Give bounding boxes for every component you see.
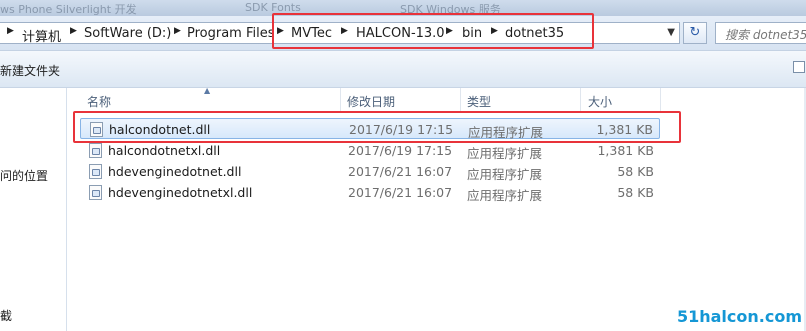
file-name: halcondotnetxl.dll (108, 143, 221, 158)
watermark: 51halcon.com (676, 307, 802, 326)
file-type: 应用程序扩展 (467, 146, 543, 161)
file-date: 2017/6/21 16:07 (348, 185, 453, 200)
dll-file-icon (89, 185, 102, 200)
column-header-date-label: 修改日期 (347, 95, 396, 109)
file-date: 2017/6/19 17:15 (348, 143, 453, 158)
column-header-type[interactable]: 类型 (461, 88, 580, 112)
file-row[interactable]: halcondotnetxl.dll 2017/6/19 17:15 应用程序扩… (80, 140, 660, 161)
column-header-size-label: 大小 (588, 95, 613, 109)
path-highlight-annotation (272, 13, 594, 49)
file-name: hdevenginedotnet.dll (108, 164, 242, 179)
file-date: 2017/6/21 16:07 (348, 164, 453, 179)
column-header-name-label: 名称 (87, 95, 112, 109)
file-size: 58 KB (617, 164, 654, 179)
breadcrumb-drive[interactable]: SoftWare (D:) (84, 26, 171, 41)
file-type: 应用程序扩展 (467, 167, 543, 182)
dll-file-icon (89, 143, 102, 158)
dll-file-icon (89, 164, 102, 179)
breadcrumb-program-files[interactable]: Program Files (187, 26, 275, 41)
column-header-date[interactable]: 修改日期 (341, 88, 460, 112)
file-size: 58 KB (617, 185, 654, 200)
navigation-pane: 问的位置 截 (0, 88, 67, 331)
file-name: hdevenginedotnetxl.dll (108, 185, 253, 200)
column-header-name[interactable]: 名称 (80, 88, 340, 112)
file-type: 应用程序扩展 (467, 188, 543, 203)
file-size: 1,381 KB (597, 143, 654, 158)
search-placeholder: 搜索 dotnet35 (725, 28, 806, 42)
column-header-type-label: 类型 (467, 95, 492, 109)
chevron-down-icon[interactable]: ▼ (667, 27, 675, 38)
search-input[interactable]: 搜索 dotnet35 (715, 22, 806, 44)
blurred-tab-1: ws Phone Silverlight 开发 (0, 3, 137, 16)
nav-item-partial[interactable]: 截 (0, 307, 12, 324)
file-highlight-annotation (73, 111, 681, 143)
new-folder-button[interactable]: 新建文件夹 (0, 62, 60, 79)
column-divider[interactable] (660, 88, 661, 112)
breadcrumb-separator-icon[interactable]: ▶ (7, 26, 14, 36)
refresh-icon: ↻ (689, 25, 701, 40)
view-options-icon[interactable] (793, 61, 805, 73)
file-row[interactable]: hdevenginedotnetxl.dll 2017/6/21 16:07 应… (80, 182, 660, 203)
breadcrumb-computer[interactable]: 计算机 (22, 26, 61, 45)
breadcrumb-separator-icon[interactable]: ▶ (174, 26, 181, 36)
breadcrumb-separator-icon[interactable]: ▶ (70, 26, 77, 36)
refresh-button[interactable]: ↻ (683, 22, 707, 44)
toolbar: 新建文件夹 (0, 51, 806, 88)
nav-item-recent-places[interactable]: 问的位置 (0, 167, 48, 184)
file-row[interactable]: hdevenginedotnet.dll 2017/6/21 16:07 应用程… (80, 161, 660, 182)
column-header-size[interactable]: 大小 (581, 88, 660, 112)
